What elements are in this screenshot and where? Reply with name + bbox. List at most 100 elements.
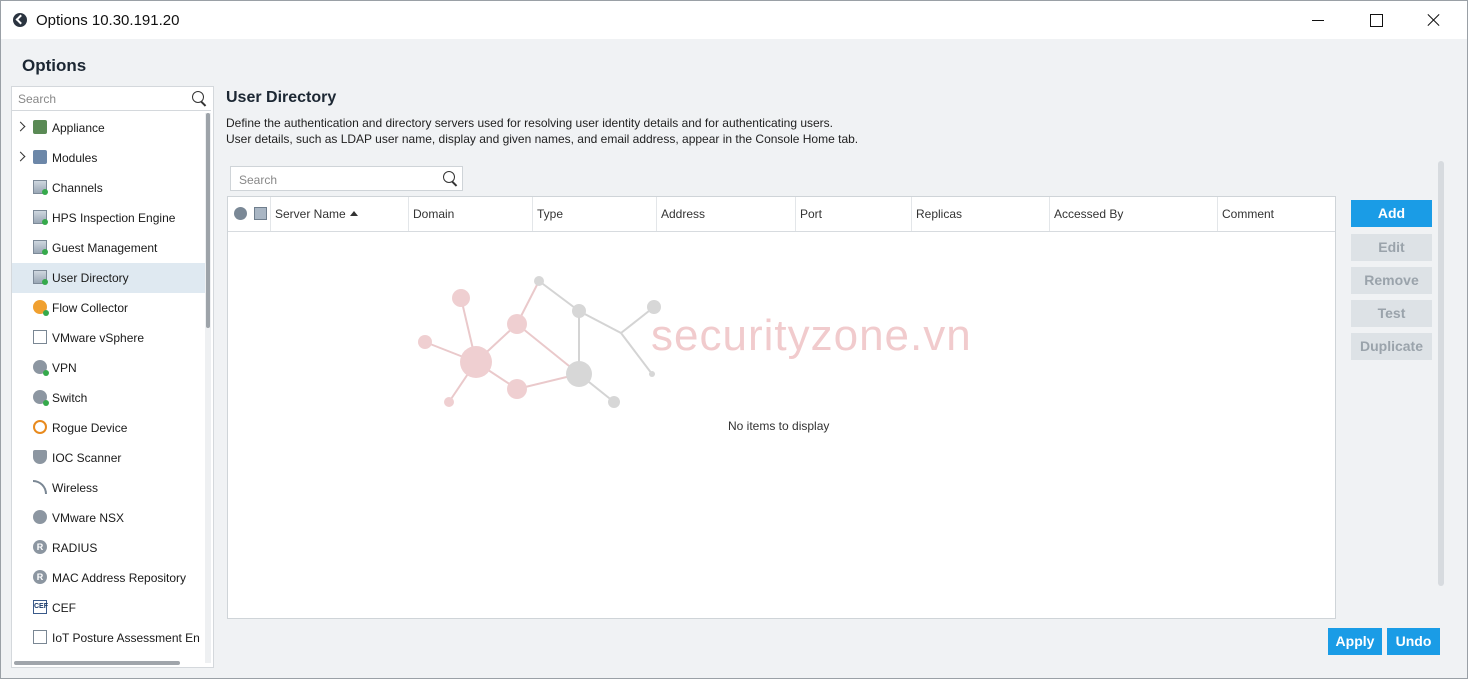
- app-icon: [13, 13, 27, 27]
- options-window: Options 10.30.191.20 Options Appliance M…: [0, 0, 1468, 679]
- maximize-button[interactable]: [1353, 7, 1399, 33]
- options-tree: Appliance Modules Channels HPS Inspectio…: [12, 113, 205, 653]
- vpn-icon: [33, 360, 49, 376]
- sidebar-item-label: Appliance: [52, 121, 105, 135]
- sidebar-vertical-scrollbar[interactable]: [205, 113, 211, 663]
- appliance-icon: [33, 120, 47, 134]
- sidebar-item-label: Modules: [52, 151, 98, 165]
- watermark: securityzone.vn: [411, 269, 1071, 419]
- column-header-type[interactable]: Type: [532, 197, 656, 231]
- sidebar-item-label: HPS Inspection Engine: [52, 211, 176, 225]
- sidebar-item-label: Flow Collector: [52, 301, 129, 315]
- minimize-button[interactable]: [1296, 7, 1342, 33]
- sidebar-item-appliance[interactable]: Appliance: [12, 113, 205, 143]
- guest-management-icon: [33, 240, 48, 255]
- sidebar-item-label: Channels: [52, 181, 103, 195]
- column-header-comment[interactable]: Comment: [1217, 197, 1335, 231]
- watermark-text: securityzone.vn: [651, 311, 972, 360]
- radius-icon: R: [33, 540, 47, 554]
- duplicate-button[interactable]: Duplicate: [1351, 333, 1432, 360]
- sidebar-item-radius[interactable]: R RADIUS: [12, 533, 205, 563]
- sidebar-item-label: Guest Management: [52, 241, 158, 255]
- vmware-vsphere-icon: [33, 330, 47, 344]
- empty-table-message: No items to display: [728, 419, 830, 433]
- sort-ascending-icon: [349, 211, 358, 216]
- apply-button[interactable]: Apply: [1328, 628, 1382, 655]
- sidebar-item-label: CEF: [52, 601, 76, 615]
- sidebar-item-switch[interactable]: Switch: [12, 383, 205, 413]
- sidebar-horizontal-scrollbar[interactable]: [14, 661, 180, 665]
- wireless-icon: [33, 480, 47, 494]
- sidebar-item-label: User Directory: [52, 271, 129, 285]
- search-icon[interactable]: [443, 171, 455, 183]
- options-heading: Options: [22, 56, 87, 75]
- sidebar-item-label: Switch: [52, 391, 88, 405]
- column-header-server-name[interactable]: Server Name: [270, 197, 410, 231]
- add-button[interactable]: Add: [1351, 200, 1432, 227]
- sidebar-item-modules[interactable]: Modules: [12, 143, 205, 173]
- sidebar-item-wireless[interactable]: Wireless: [12, 473, 205, 503]
- sidebar-item-vmware-vsphere[interactable]: VMware vSphere: [12, 323, 205, 353]
- test-button[interactable]: Test: [1351, 300, 1432, 327]
- sidebar-item-mac-address-repository[interactable]: R MAC Address Repository: [12, 563, 205, 593]
- undo-button[interactable]: Undo: [1387, 628, 1440, 655]
- table-search-input[interactable]: [237, 171, 436, 188]
- remove-button[interactable]: Remove: [1351, 267, 1432, 294]
- sidebar-item-label: IOC Scanner: [52, 451, 122, 465]
- sidebar-item-label: Wireless: [52, 481, 99, 495]
- switch-icon: [33, 390, 49, 406]
- sidebar-item-label: MAC Address Repository: [52, 571, 187, 585]
- user-directory-icon: [33, 270, 48, 285]
- sidebar-item-cef[interactable]: CEF CEF: [12, 593, 205, 623]
- sidebar-item-label: VMware NSX: [52, 511, 125, 525]
- chevron-right-icon[interactable]: [15, 151, 26, 162]
- sidebar-scroll-thumb[interactable]: [206, 113, 210, 328]
- sidebar-item-flow-collector[interactable]: Flow Collector: [12, 293, 205, 323]
- column-header-replicas[interactable]: Replicas: [911, 197, 1049, 231]
- sidebar-search: [12, 87, 211, 111]
- window-title: Options 10.30.191.20: [36, 12, 180, 29]
- column-header-domain[interactable]: Domain: [408, 197, 532, 231]
- options-sidebar: Appliance Modules Channels HPS Inspectio…: [11, 86, 214, 668]
- hps-inspection-icon: [33, 210, 48, 225]
- mac-repository-icon: R: [33, 570, 47, 584]
- sidebar-item-label: IoT Posture Assessment En: [52, 631, 200, 645]
- sidebar-search-input[interactable]: [16, 90, 185, 108]
- cef-icon: CEF: [33, 600, 48, 614]
- flow-collector-icon: [33, 300, 49, 316]
- chevron-right-icon[interactable]: [15, 121, 26, 132]
- table-search: [230, 166, 463, 191]
- vmware-nsx-icon: [33, 510, 47, 524]
- description-line-1: Define the authentication and directory …: [226, 116, 834, 130]
- sidebar-item-guest-management[interactable]: Guest Management: [12, 233, 205, 263]
- sidebar-item-ioc-scanner[interactable]: IOC Scanner: [12, 443, 205, 473]
- search-icon[interactable]: [192, 91, 204, 103]
- description-line-2: User details, such as LDAP user name, di…: [226, 132, 859, 146]
- sidebar-item-user-directory[interactable]: User Directory: [12, 263, 205, 293]
- globe-icon[interactable]: [234, 207, 247, 220]
- channels-icon: [33, 180, 48, 195]
- sidebar-item-channels[interactable]: Channels: [12, 173, 205, 203]
- edit-button[interactable]: Edit: [1351, 234, 1432, 261]
- directory-user-icon[interactable]: [254, 207, 267, 220]
- table-header: Server Name Domain Type Address Port Rep…: [228, 197, 1335, 232]
- sidebar-item-iot-posture-assessment[interactable]: IoT Posture Assessment En: [12, 623, 205, 653]
- sidebar-item-rogue-device[interactable]: Rogue Device: [12, 413, 205, 443]
- close-button[interactable]: [1411, 7, 1457, 33]
- main-vertical-scrollbar[interactable]: [1438, 161, 1444, 586]
- network-graph-logo: [418, 276, 661, 408]
- iot-posture-icon: [33, 630, 47, 644]
- column-header-port[interactable]: Port: [795, 197, 911, 231]
- sidebar-item-vpn[interactable]: VPN: [12, 353, 205, 383]
- sidebar-item-hps-inspection-engine[interactable]: HPS Inspection Engine: [12, 203, 205, 233]
- ioc-scanner-icon: [33, 450, 47, 464]
- sidebar-item-label: RADIUS: [52, 541, 98, 555]
- title-bar[interactable]: Options 10.30.191.20: [1, 1, 1467, 39]
- column-header-accessed-by[interactable]: Accessed By: [1049, 197, 1217, 231]
- sidebar-item-label: VMware vSphere: [52, 331, 145, 345]
- rogue-device-icon: [33, 420, 47, 434]
- sidebar-item-label: VPN: [52, 361, 77, 375]
- column-header-address[interactable]: Address: [656, 197, 795, 231]
- page-title: User Directory: [226, 89, 337, 106]
- sidebar-item-vmware-nsx[interactable]: VMware NSX: [12, 503, 205, 533]
